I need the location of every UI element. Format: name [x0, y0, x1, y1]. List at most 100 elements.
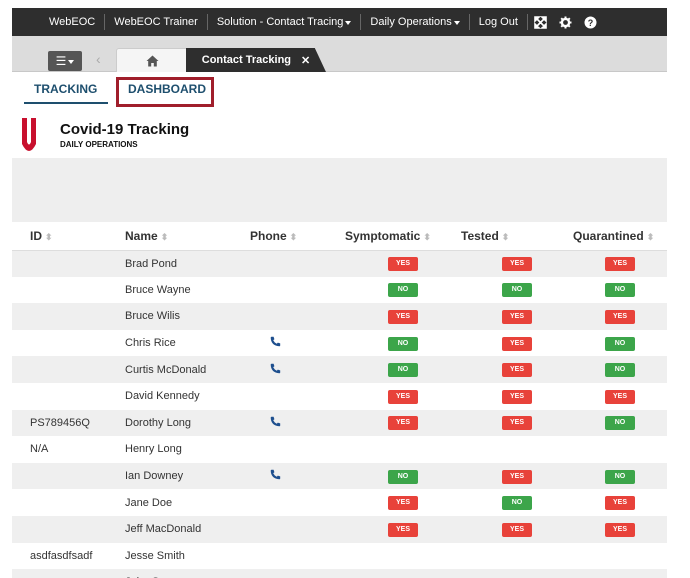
cell-name: Chris Rice	[125, 329, 250, 357]
table-row[interactable]: Bruce Wilis YES YES YES	[12, 303, 667, 330]
cell-quarantined: YES	[573, 382, 667, 410]
cell-quarantined	[573, 436, 667, 463]
symptomatic-badge: NO	[388, 283, 418, 298]
chevron-down-icon	[68, 59, 75, 64]
nav-webeoc[interactable]: WebEOC	[40, 8, 104, 36]
chevron-left-icon[interactable]: ‹	[96, 51, 101, 67]
quarantined-badge: NO	[605, 336, 635, 351]
cell-symptomatic: NO	[345, 356, 461, 383]
column-header-name[interactable]: Name ⬍	[125, 222, 250, 251]
hamburger-icon: ☰	[55, 54, 67, 68]
tab-contact-tracking[interactable]: Contact Tracking ✕	[186, 48, 326, 72]
cell-symptomatic: YES	[345, 489, 461, 516]
cell-tested: YES	[461, 382, 573, 410]
cell-phone	[250, 382, 345, 410]
tested-badge: NO	[502, 283, 532, 298]
cell-name: Dorothy Long	[125, 409, 250, 437]
cell-quarantined	[573, 569, 667, 578]
sort-icon: ⬍	[423, 231, 431, 242]
column-header-symptomatic[interactable]: Symptomatic ⬍	[345, 222, 461, 251]
nav-solution-dropdown[interactable]: Solution - Contact Tracing	[208, 8, 361, 36]
menu-button[interactable]: ☰	[48, 51, 82, 71]
help-icon[interactable]: ?	[578, 8, 603, 36]
cell-tested	[461, 542, 573, 570]
cell-phone	[250, 276, 345, 304]
table-row[interactable]: John Sm	[12, 569, 667, 578]
cell-name: Bruce Wilis	[125, 303, 250, 330]
cell-phone	[250, 515, 345, 543]
cell-quarantined: YES	[573, 303, 667, 330]
cell-id	[12, 489, 125, 516]
cell-symptomatic: YES	[345, 303, 461, 330]
cell-tested: YES	[461, 250, 573, 277]
table-row[interactable]: PS789456Q Dorothy Long YES YES NO	[12, 409, 667, 437]
active-tab-underline	[24, 102, 108, 104]
cell-name: David Kennedy	[125, 382, 250, 410]
tab-dashboard[interactable]: DASHBOARD	[128, 82, 206, 96]
cell-phone	[250, 436, 345, 463]
tested-badge: YES	[502, 416, 532, 431]
table-row[interactable]: Jeff MacDonald YES YES YES	[12, 515, 667, 543]
cell-quarantined: YES	[573, 489, 667, 516]
symptomatic-badge: YES	[388, 496, 418, 511]
cell-tested: NO	[461, 276, 573, 304]
tested-badge: YES	[502, 522, 532, 537]
symptomatic-badge: NO	[388, 469, 418, 484]
cell-id	[12, 382, 125, 410]
cell-phone	[250, 303, 345, 330]
table-row[interactable]: asdfasdfsadf Jesse Smith	[12, 542, 667, 570]
cell-id	[12, 462, 125, 490]
column-header-phone[interactable]: Phone ⬍	[250, 222, 345, 251]
logo-icon	[22, 118, 36, 151]
cell-quarantined: YES	[573, 515, 667, 543]
quarantined-badge: NO	[605, 363, 635, 378]
phone-icon[interactable]	[250, 416, 281, 430]
cell-name: Curtis McDonald	[125, 356, 250, 383]
cell-phone	[250, 356, 345, 383]
phone-icon[interactable]	[250, 469, 281, 483]
column-header-quarantined[interactable]: Quarantined ⬍	[573, 222, 667, 251]
sort-icon: ⬍	[160, 231, 169, 242]
sort-icon: ⬍	[646, 231, 655, 242]
expand-icon[interactable]	[528, 8, 553, 36]
nav-daily-operations-dropdown[interactable]: Daily Operations	[361, 8, 468, 36]
page-subtitle: DAILY OPERATIONS	[60, 140, 138, 149]
column-header-id[interactable]: ID ⬍	[12, 222, 125, 251]
app-frame: WebEOC WebEOC Trainer Solution - Contact…	[0, 0, 690, 578]
quarantined-badge: NO	[605, 469, 635, 484]
cell-name: Ian Downey	[125, 462, 250, 490]
nav-webeoc-trainer[interactable]: WebEOC Trainer	[105, 8, 207, 36]
cell-name: Brad Pond	[125, 250, 250, 277]
nav-log-out[interactable]: Log Out	[470, 8, 527, 36]
table-row[interactable]: Bruce Wayne NO NO NO	[12, 276, 667, 304]
symptomatic-badge: NO	[388, 336, 418, 351]
table-row[interactable]: N/A Henry Long	[12, 436, 667, 463]
cell-tested	[461, 436, 573, 463]
table-row[interactable]: Jane Doe YES NO YES	[12, 489, 667, 516]
symptomatic-badge: YES	[388, 522, 418, 537]
cell-quarantined: NO	[573, 462, 667, 490]
cell-name: John Sm	[125, 569, 250, 578]
tab-home[interactable]	[116, 48, 188, 72]
gear-icon[interactable]	[553, 8, 578, 36]
phone-icon[interactable]	[250, 363, 281, 377]
home-icon	[146, 55, 158, 66]
column-header-tested[interactable]: Tested ⬍	[461, 222, 573, 251]
table-row[interactable]: Chris Rice NO YES NO	[12, 329, 667, 357]
table-row[interactable]: Brad Pond YES YES YES	[12, 250, 667, 277]
cell-id: PS789456Q	[12, 409, 125, 437]
cell-symptomatic	[345, 569, 461, 578]
tab-tracking[interactable]: TRACKING	[34, 82, 97, 96]
table-row[interactable]: Curtis McDonald NO YES NO	[12, 356, 667, 383]
cell-symptomatic: YES	[345, 382, 461, 410]
cell-phone	[250, 462, 345, 490]
table-row[interactable]: David Kennedy YES YES YES	[12, 382, 667, 410]
cell-name: Jane Doe	[125, 489, 250, 516]
quarantined-badge: YES	[605, 496, 635, 511]
cell-symptomatic	[345, 542, 461, 570]
table-row[interactable]: Ian Downey NO YES NO	[12, 462, 667, 490]
close-icon[interactable]: ✕	[301, 54, 310, 67]
quarantined-badge: YES	[605, 309, 635, 324]
phone-icon[interactable]	[250, 336, 281, 350]
cell-symptomatic: NO	[345, 462, 461, 490]
